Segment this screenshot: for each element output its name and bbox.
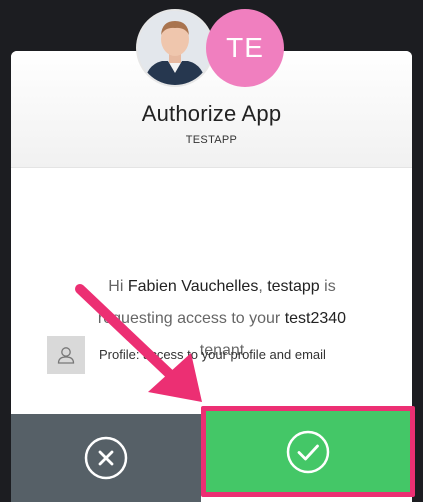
app-name: TESTAPP — [185, 134, 238, 146]
allow-button[interactable] — [201, 406, 415, 497]
app-reference: testapp — [267, 278, 320, 295]
user-icon — [47, 336, 85, 374]
permission-text: Profile: access to your profile and emai… — [99, 347, 326, 362]
close-circle-icon — [84, 436, 128, 480]
permission-label: Profile: — [99, 347, 140, 362]
permission-description: access to your profile and email — [143, 347, 326, 362]
message-greeting: Hi — [108, 278, 128, 295]
user-avatar — [136, 9, 214, 87]
dialog-title: Authorize App — [141, 101, 282, 126]
deny-button[interactable] — [11, 414, 201, 502]
user-name: Fabien Vauchelles — [127, 278, 259, 295]
app-avatar: TE — [206, 9, 284, 87]
tenant-name: test2340 — [284, 310, 347, 327]
permission-item-profile: Profile: access to your profile and emai… — [47, 336, 387, 374]
check-circle-icon — [286, 430, 330, 473]
